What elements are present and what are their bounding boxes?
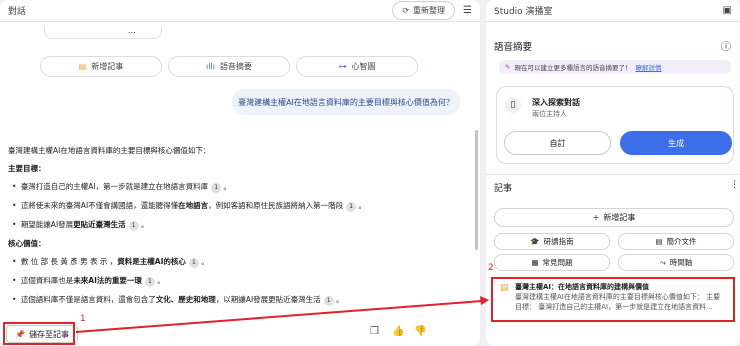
annotation-arrow: [75, 296, 489, 333]
